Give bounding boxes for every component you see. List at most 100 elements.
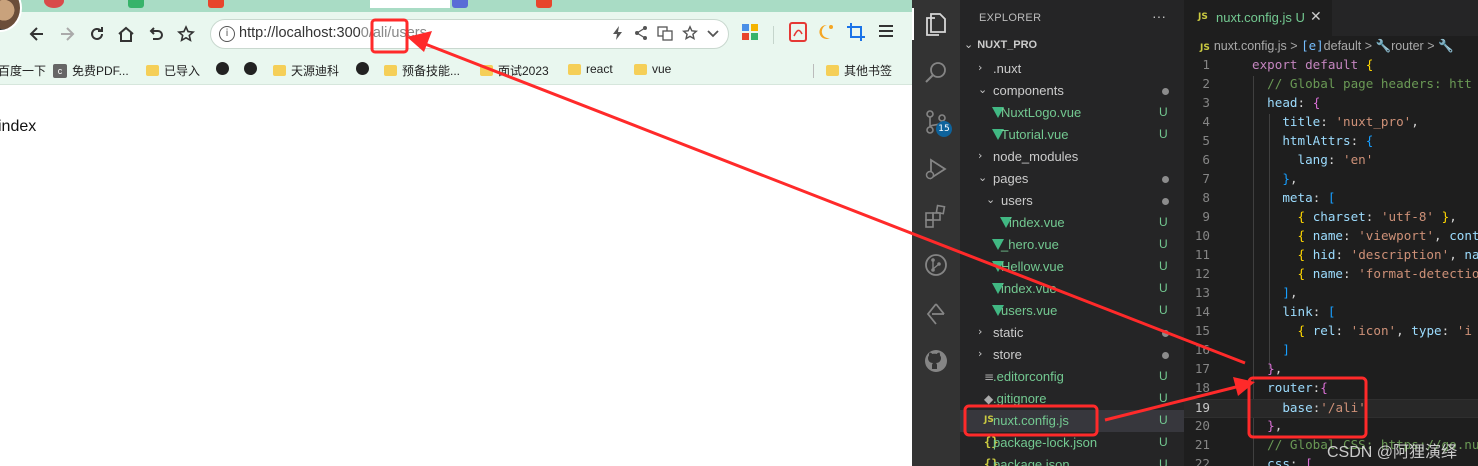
back-icon[interactable] [25,22,49,46]
folder-icon [826,65,839,76]
reload-icon[interactable] [85,22,109,46]
code-line[interactable]: 16 ] [1184,342,1478,361]
remote-icon[interactable] [922,300,950,328]
code-line[interactable]: 5 htmlAttrs: { [1184,133,1478,152]
code-line[interactable]: 3 head: { [1184,95,1478,114]
code-line[interactable]: 13 ], [1184,285,1478,304]
wrench-icon: 🔧 [1375,39,1392,53]
code-line[interactable]: 9 { charset: 'utf-8' }, [1184,209,1478,228]
tree-folder[interactable]: › .nuxt [960,58,1184,80]
extensions-icon[interactable] [922,203,950,231]
code-line[interactable]: 10 { name: 'viewport', cont [1184,228,1478,247]
code-text: title: 'nuxt_pro', [1282,114,1419,129]
menu-icon[interactable] [877,22,895,45]
more-actions-icon[interactable]: ··· [1152,8,1166,24]
code-line[interactable]: 6 lang: 'en' [1184,152,1478,171]
git-graph-icon[interactable] [922,251,950,279]
forward-icon[interactable] [55,22,79,46]
tree-folder[interactable]: › static [960,322,1184,344]
other-bookmarks[interactable]: 其他书签 [826,62,892,79]
bookmark-item[interactable]: 面试2023 [480,62,549,79]
bookmark-item[interactable]: c 免费PDF... [53,62,129,79]
tree-file[interactable]: Tutorial.vue U [960,124,1184,146]
scm-count-badge: 15 [936,121,952,137]
tree-file[interactable]: {} package-lock.json U [960,432,1184,454]
code-text: ], [1282,285,1298,300]
bookmark-item[interactable] [216,62,229,75]
bookmark-item[interactable]: react [568,62,613,76]
tab-icon[interactable] [536,0,552,8]
tree-file[interactable]: index.vue U [960,278,1184,300]
bookmark-item[interactable] [356,62,369,75]
tab-nuxt-config[interactable]: JS nuxt.config.js U ✕ [1184,0,1332,36]
code-line[interactable]: 18 router:{ [1184,380,1478,399]
crop-icon[interactable] [846,22,866,47]
explorer-icon[interactable] [922,10,950,38]
tab-icon[interactable] [208,0,224,8]
breadcrumb-default[interactable]: default [1324,39,1362,53]
github-icon[interactable] [922,347,950,375]
tree-folder[interactable]: ⌄ components [960,80,1184,102]
tab-icon[interactable] [44,0,64,8]
home-icon[interactable] [114,22,138,46]
tree-folder[interactable]: › node_modules [960,146,1184,168]
bookmark-item[interactable] [244,62,257,75]
tree-file[interactable]: NuxtLogo.vue U [960,102,1184,124]
undo-icon[interactable] [144,22,168,46]
tree-file[interactable]: ◆ .gitignore U [960,388,1184,410]
tree-folder[interactable]: ⌄ users [960,190,1184,212]
star-icon[interactable] [174,22,198,46]
code-line[interactable]: 7 }, [1184,171,1478,190]
code-line[interactable]: 14 link: [ [1184,304,1478,323]
code-line[interactable]: 20 }, [1184,418,1478,437]
code-line[interactable]: 1 export default { [1184,57,1478,76]
tree-folder[interactable]: › store [960,344,1184,366]
translate-icon[interactable] [657,25,673,45]
bookmark-item[interactable]: 已导入 [146,62,200,79]
chevron-down-icon[interactable] [706,25,720,45]
bookmark-item[interactable]: 百度一下 [0,62,46,79]
bookmark-item[interactable]: 预备技能... [384,62,460,79]
tree-file[interactable]: {} package.json U [960,454,1184,466]
share-icon[interactable] [633,25,649,45]
bookmark-item[interactable]: vue [634,62,671,76]
tree-file[interactable]: Hellow.vue U [960,256,1184,278]
tree-file[interactable]: users.vue U [960,300,1184,322]
close-icon[interactable]: ✕ [1310,9,1322,25]
active-tab[interactable] [370,0,450,8]
site-info-icon[interactable]: i [219,26,235,42]
breadcrumb-file[interactable]: nuxt.config.js [1214,39,1287,53]
search-icon[interactable] [922,59,950,87]
tree-file[interactable]: _hero.vue U [960,234,1184,256]
code-line[interactable]: 11 { hid: 'description', na [1184,247,1478,266]
bookmark-item[interactable]: 天源迪科 [273,62,339,79]
lightning-icon[interactable] [611,25,625,45]
js-file-icon: JS [1198,12,1208,22]
code-line[interactable]: 12 { name: 'format-detectio [1184,266,1478,285]
run-debug-icon[interactable] [922,155,950,183]
code-line[interactable]: 17 }, [1184,361,1478,380]
editor-area: JS nuxt.config.js U ✕ JS nuxt.config.js >… [1184,0,1478,466]
night-mode-icon[interactable] [816,22,836,47]
code-line[interactable]: 19 base:'/ali' [1184,399,1478,418]
code-line[interactable]: 8 meta: [ [1184,190,1478,209]
pdf-icon[interactable] [788,22,808,47]
extensions-icon[interactable] [740,22,760,47]
explorer-title: EXPLORER [979,12,1042,24]
code-line[interactable]: 2 // Global page headers: htt [1184,76,1478,95]
code-line[interactable]: 4 title: 'nuxt_pro', [1184,114,1478,133]
tree-file[interactable]: index.vue U [960,212,1184,234]
code-editor[interactable]: 1 export default {2 // Global page header… [1184,57,1478,466]
tree-folder[interactable]: ⌄ pages [960,168,1184,190]
address-bar[interactable]: i http://localhost:3000/ali/users [210,19,729,49]
breadcrumb-router[interactable]: router [1391,39,1424,53]
project-root[interactable]: ⌄ NUXT_PRO [964,38,1037,51]
tab-icon[interactable] [452,0,468,8]
tree-file[interactable]: ≡ .editorconfig U [960,366,1184,388]
bookmark-star-icon[interactable] [681,25,699,45]
code-line[interactable]: 15 { rel: 'icon', type: 'i [1184,323,1478,342]
page-content-text: index [0,118,37,135]
address-url[interactable]: http://localhost:3000/ali/users [239,25,427,41]
tree-file[interactable]: JS nuxt.config.js U [960,410,1184,432]
tab-icon[interactable] [128,0,144,8]
